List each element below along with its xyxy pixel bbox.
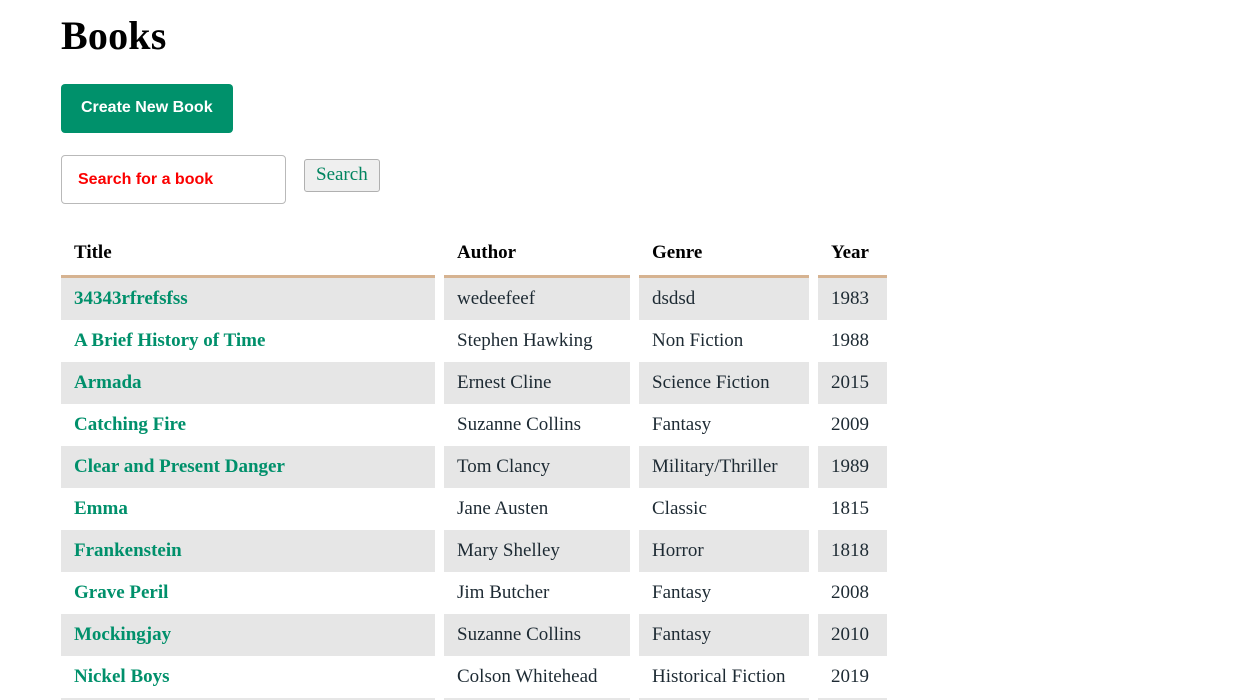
cell-genre: dsdsd xyxy=(639,278,809,320)
table-row: Clear and Present Danger Tom Clancy Milita… xyxy=(61,446,887,488)
book-title-link[interactable]: Clear and Present Danger xyxy=(74,456,285,477)
book-title-link[interactable]: Catching Fire xyxy=(74,414,186,435)
cell-author: Tom Clancy xyxy=(444,446,630,488)
cell-title: Grave Peril xyxy=(61,572,435,614)
book-title-link[interactable]: Grave Peril xyxy=(74,582,168,603)
column-header-genre[interactable]: Genre xyxy=(639,242,809,278)
table-row: A Brief History of Time Stephen Hawking No… xyxy=(61,320,887,362)
cell-year: 1818 xyxy=(818,530,887,572)
cell-author: Suzanne Collins xyxy=(444,614,630,656)
search-row: Search xyxy=(61,155,1239,204)
cell-year: 2008 xyxy=(818,572,887,614)
cell-genre: Classic xyxy=(639,488,809,530)
table-row: Mockingjay Suzanne Collins Fantasy 2010 xyxy=(61,614,887,656)
search-button[interactable]: Search xyxy=(304,159,380,192)
cell-author: Stephen Hawking xyxy=(444,320,630,362)
cell-title: Mockingjay xyxy=(61,614,435,656)
column-header-title[interactable]: Title xyxy=(61,242,435,278)
table-body: 34343rfrefsfss wedeefeef dsdsd 1983 A Brief … xyxy=(61,278,887,700)
cell-title: Frankenstein xyxy=(61,530,435,572)
book-title-link[interactable]: Emma xyxy=(74,498,128,519)
cell-genre: Fantasy xyxy=(639,572,809,614)
cell-title: Emma xyxy=(61,488,435,530)
table-row: Frankenstein Mary Shelley Horror 1818 xyxy=(61,530,887,572)
books-table: Title Author Genre Year 34343rfrefsfss we… xyxy=(52,242,896,700)
create-new-book-button[interactable]: Create New Book xyxy=(61,84,233,133)
cell-year: 2019 xyxy=(818,656,887,698)
column-header-author[interactable]: Author xyxy=(444,242,630,278)
column-header-year[interactable]: Year xyxy=(818,242,887,278)
table-row: 34343rfrefsfss wedeefeef dsdsd 1983 xyxy=(61,278,887,320)
cell-title: Clear and Present Danger xyxy=(61,446,435,488)
cell-year: 1989 xyxy=(818,446,887,488)
cell-genre: Fantasy xyxy=(639,614,809,656)
table-row: Armada Ernest Cline Science Fiction 2015 xyxy=(61,362,887,404)
cell-author: Ernest Cline xyxy=(444,362,630,404)
cell-title: 34343rfrefsfss xyxy=(61,278,435,320)
cell-title: Catching Fire xyxy=(61,404,435,446)
table-row: Grave Peril Jim Butcher Fantasy 2008 xyxy=(61,572,887,614)
cell-year: 1988 xyxy=(818,320,887,362)
cell-genre: Non Fiction xyxy=(639,320,809,362)
cell-year: 2015 xyxy=(818,362,887,404)
cell-author: Jim Butcher xyxy=(444,572,630,614)
cell-title: Nickel Boys xyxy=(61,656,435,698)
cell-genre: Military/Thriller xyxy=(639,446,809,488)
table-row: Nickel Boys Colson Whitehead Historical Fi… xyxy=(61,656,887,698)
book-title-link[interactable]: Nickel Boys xyxy=(74,666,170,687)
book-title-link[interactable]: A Brief History of Time xyxy=(74,330,265,351)
book-title-link[interactable]: Mockingjay xyxy=(74,624,171,645)
book-title-link[interactable]: 34343rfrefsfss xyxy=(74,288,188,309)
table-row: Catching Fire Suzanne Collins Fantasy 2009 xyxy=(61,404,887,446)
book-title-link[interactable]: Frankenstein xyxy=(74,540,182,561)
cell-author: wedeefeef xyxy=(444,278,630,320)
cell-genre: Historical Fiction xyxy=(639,656,809,698)
cell-author: Suzanne Collins xyxy=(444,404,630,446)
table-header: Title Author Genre Year xyxy=(61,242,887,278)
cell-year: 1983 xyxy=(818,278,887,320)
cell-year: 2009 xyxy=(818,404,887,446)
cell-author: Jane Austen xyxy=(444,488,630,530)
cell-author: Colson Whitehead xyxy=(444,656,630,698)
cell-author: Mary Shelley xyxy=(444,530,630,572)
cell-year: 2010 xyxy=(818,614,887,656)
cell-genre: Fantasy xyxy=(639,404,809,446)
cell-year: 1815 xyxy=(818,488,887,530)
cell-title: Armada xyxy=(61,362,435,404)
page-title: Books xyxy=(61,13,167,58)
table-row: Emma Jane Austen Classic 1815 xyxy=(61,488,887,530)
book-title-link[interactable]: Armada xyxy=(74,372,142,393)
cell-genre: Horror xyxy=(639,530,809,572)
table-header-row: Title Author Genre Year xyxy=(61,242,887,278)
cell-title: A Brief History of Time xyxy=(61,320,435,362)
books-page: Books Create New Book Search Title Autho… xyxy=(0,0,1239,700)
search-input[interactable] xyxy=(61,155,286,204)
cell-genre: Science Fiction xyxy=(639,362,809,404)
